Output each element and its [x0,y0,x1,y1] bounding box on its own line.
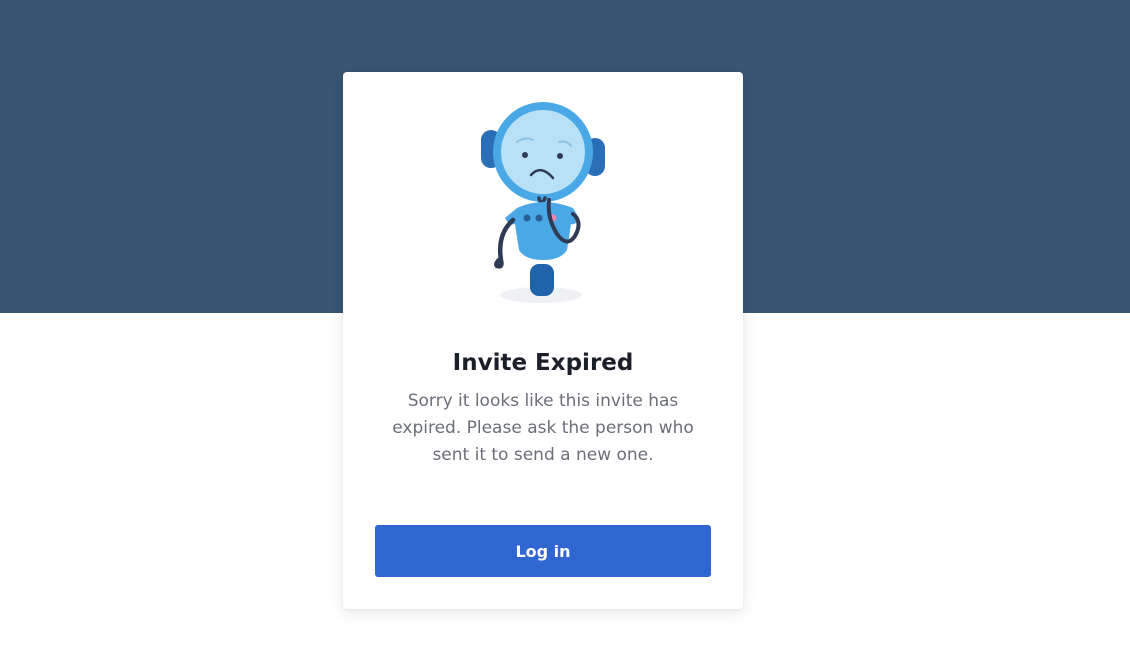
invite-expired-card: Invite Expired Sorry it looks like this … [343,72,743,609]
expired-message: Sorry it looks like this invite has expi… [392,391,694,465]
page-title: Invite Expired [452,350,634,376]
login-button[interactable]: Log in [375,525,711,577]
sad-robot-icon [475,100,611,306]
